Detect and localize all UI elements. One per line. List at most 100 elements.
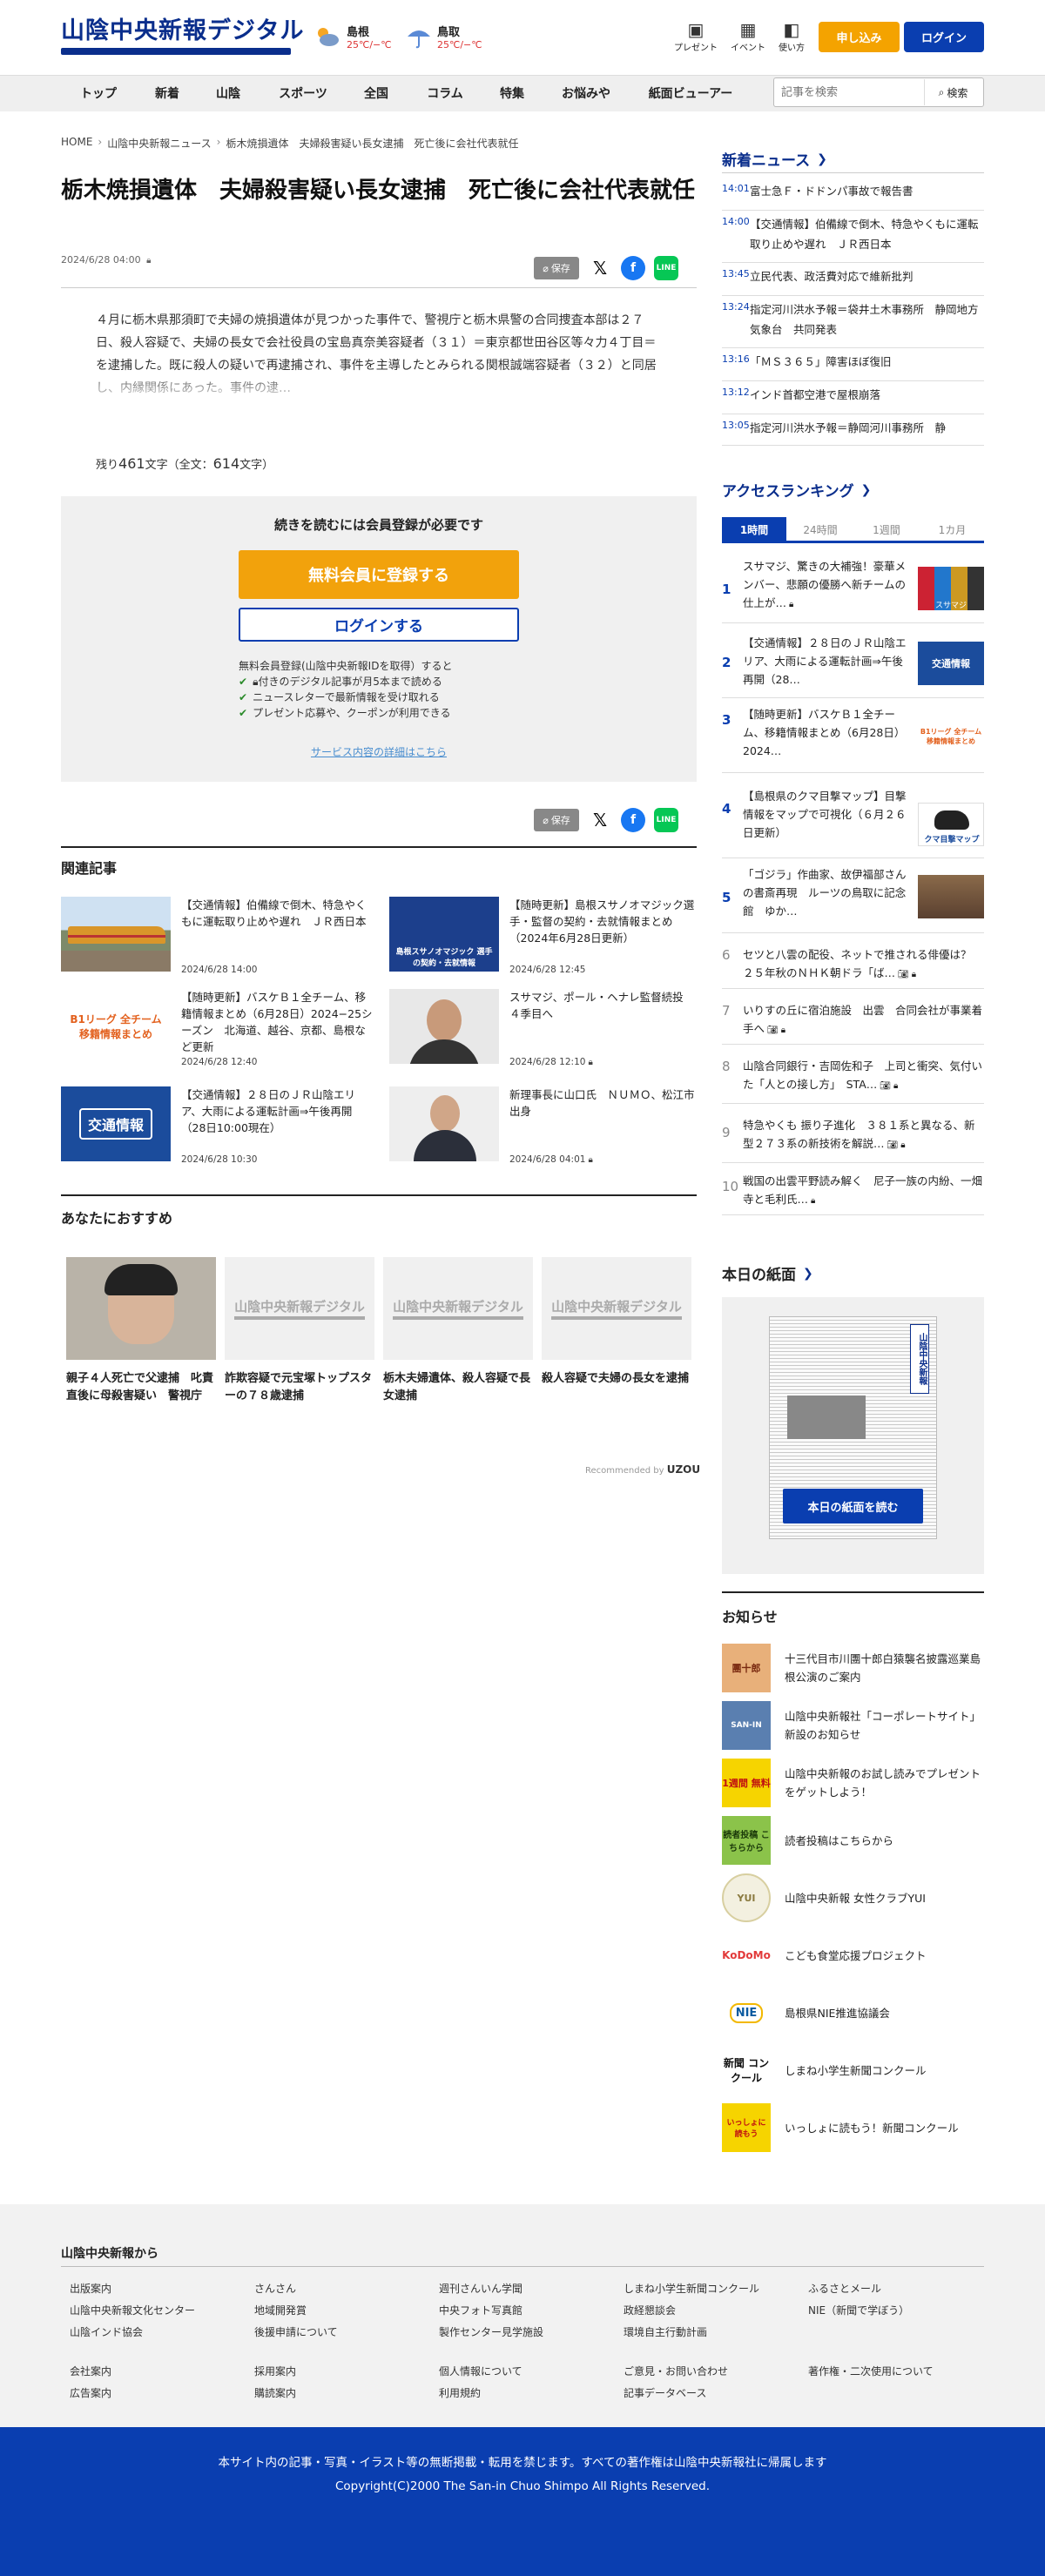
howto-link[interactable]: ◧ 使い方 xyxy=(770,19,813,53)
footer-link[interactable]: 記事データベース xyxy=(624,2385,706,2400)
search-button[interactable]: ⌕ 検索 xyxy=(924,79,981,105)
footer-link[interactable]: 出版案内 xyxy=(70,2281,111,2296)
nav-special[interactable]: 特集 xyxy=(493,76,531,112)
facebook-share-icon[interactable]: f xyxy=(621,808,645,832)
nav-viewer[interactable]: 紙面ビューアー xyxy=(643,76,738,112)
footer-link[interactable]: しまね小学生新聞コンクール xyxy=(624,2281,759,2296)
recommend-item[interactable]: 山陰中央新報デジタル 殺人容疑で夫婦の長女を逮捕 xyxy=(542,1257,691,1388)
tab-1week[interactable]: 1週間 xyxy=(854,517,919,543)
line-share-icon[interactable]: LINE xyxy=(654,808,678,832)
nav-new[interactable]: 新着 xyxy=(148,76,186,112)
weather-tottori[interactable]: 鳥取 25℃/−℃ xyxy=(406,23,482,50)
nav-advice[interactable]: お悩みや xyxy=(554,76,618,112)
site-logo[interactable]: 山陰中央新報デジタル xyxy=(61,17,303,57)
ranking-item[interactable]: 9 特急やくも 振り子進化 ３８１系と異なる、新型２７３系の新技術を解説… 📷︎ 🔒… xyxy=(722,1107,984,1163)
facebook-share-icon[interactable]: f xyxy=(621,256,645,280)
footer-link[interactable]: 採用案内 xyxy=(254,2364,296,2378)
info-item[interactable]: YUI 山陰中央新報 女性クラブYUI xyxy=(722,1873,984,1926)
info-item[interactable]: 読者投稿 こちらから 読者投稿はこちらから xyxy=(722,1816,984,1868)
nav-sanin[interactable]: 山陰 xyxy=(209,76,247,112)
footer-link[interactable]: ふるさとメール xyxy=(808,2281,881,2296)
save-button[interactable]: ⌀ 保存 xyxy=(534,809,579,831)
related-item[interactable]: B1リーグ 全チーム移籍情報まとめ 【随時更新】バスケＢ１全チーム、移籍情報まと… xyxy=(61,989,379,1076)
footer-link[interactable]: 政経懇談会 xyxy=(624,2303,676,2317)
news-item[interactable]: 13:24 指定河川洪水予報＝袋井土木事務所 静岡地方気象台 共同発表 xyxy=(722,299,984,348)
line-share-icon[interactable]: LINE xyxy=(654,256,678,280)
breadcrumb-home[interactable]: HOME xyxy=(61,136,92,151)
login-button[interactable]: ログイン xyxy=(904,22,984,52)
footer-link[interactable]: 山陰インド協会 xyxy=(70,2324,143,2339)
recommend-powered-by[interactable]: Recommended by UZOU xyxy=(585,1463,700,1476)
nav-column[interactable]: コラム xyxy=(419,76,471,112)
related-item[interactable]: 交通情報 【交通情報】２８日のＪＲ山陰エリア、大雨による運転計画⇒午後再開（28… xyxy=(61,1086,379,1174)
tab-24hours[interactable]: 24時間 xyxy=(788,517,853,543)
footer-link[interactable]: 利用規約 xyxy=(439,2385,481,2400)
breadcrumb-news[interactable]: 山陰中央新報ニュース xyxy=(107,136,211,151)
nav-sports[interactable]: スポーツ xyxy=(273,76,334,112)
info-item[interactable]: KoDoMo こども食堂応援プロジェクト xyxy=(722,1931,984,1983)
footer-link[interactable]: 中央フォト写真館 xyxy=(439,2303,522,2317)
present-link[interactable]: ▣ プレゼント xyxy=(674,19,718,53)
ranking-item[interactable]: 7 いりすの丘に宿泊施設 出雲 合同会社が事業着手へ 📷︎ 🔒︎ xyxy=(722,992,984,1045)
event-link[interactable]: ▦ イベント xyxy=(726,19,770,53)
related-item[interactable]: 島根スサノオマジック 選手の契約・去就情報 【随時更新】島根スサノオマジック選手… xyxy=(389,897,707,984)
service-details-link[interactable]: サービス内容の詳細はこちら xyxy=(61,744,697,759)
info-item[interactable]: 1週間 無料 山陰中央新報のお試し読みでプレゼントをゲットしよう！ xyxy=(722,1759,984,1811)
recommend-item[interactable]: 親子４人死亡で父逮捕 叱責直後に母殺害疑い 警視庁 xyxy=(66,1257,216,1405)
paywall-login-button[interactable]: ログインする xyxy=(239,608,519,642)
related-item[interactable]: 【交通情報】伯備線で倒木、特急やくもに運転取り止めや遅れ ＪＲ西日本 2024/… xyxy=(61,897,379,984)
footer-link[interactable]: 週刊さんいん学聞 xyxy=(439,2281,522,2296)
news-item[interactable]: 13:12 インド首都空港で屋根崩落 xyxy=(722,385,984,414)
ranking-item[interactable]: 2 【交通情報】２８日のＪＲ山陰エリア、大雨による運転計画⇒午後再開（28… 交… xyxy=(722,627,984,698)
footer-link[interactable]: 会社案内 xyxy=(70,2364,111,2378)
footer-link[interactable]: 製作センター見学施設 xyxy=(439,2324,543,2339)
footer-link[interactable]: 個人情報について xyxy=(439,2364,522,2378)
footer-link[interactable]: さんさん xyxy=(254,2281,296,2296)
read-todays-paper-button[interactable]: 本日の紙面を読む xyxy=(783,1489,923,1523)
ranking-item[interactable]: 8 山陰合同銀行・吉岡佐和子 上司と衝突、気付いた「人との接し方」 STA… 📷︎… xyxy=(722,1048,984,1104)
footer-link[interactable]: 山陰中央新報文化センター xyxy=(70,2303,195,2317)
news-item[interactable]: 13:45 立民代表、政活費対応で維新批判 xyxy=(722,266,984,296)
register-free-button[interactable]: 無料会員に登録する xyxy=(239,550,519,599)
search-input[interactable] xyxy=(781,84,920,101)
nav-top[interactable]: トップ xyxy=(77,76,120,112)
news-item[interactable]: 14:00 【交通情報】伯備線で倒木、特急やくもに運転取り止めや遅れ ＪＲ西日本 xyxy=(722,214,984,263)
ranking-item[interactable]: 5 「ゴジラ」作曲家、故伊福部さんの書斎再現 ルーツの鳥取に記念館 ゆか… xyxy=(722,862,984,933)
footer-link[interactable]: 購読案内 xyxy=(254,2385,296,2400)
footer-link[interactable]: 広告案内 xyxy=(70,2385,111,2400)
info-item[interactable]: 新聞 コンクール しまね小学生新聞コンクール xyxy=(722,2046,984,2098)
footer-link[interactable]: 環境自主行動計画 xyxy=(624,2324,707,2339)
weather-shimane[interactable]: 島根 25℃/−℃ xyxy=(314,23,392,50)
tab-1month[interactable]: 1カ月 xyxy=(920,517,984,543)
ranking-item[interactable]: 3 【随時更新】バスケＢ１全チーム、移籍情報まとめ（6月28日） 2024… B… xyxy=(722,702,984,773)
ranking-item[interactable]: 1 スサマジ、驚きの大補強！豪華メンバー、悲願の優勝へ新チームの仕上が… 🔒︎ ス… xyxy=(722,554,984,623)
latest-news-heading[interactable]: 新着ニュース ❯ xyxy=(722,148,827,171)
info-item[interactable]: 團十郎 十三代目市川團十郎白猿襲名披露巡業島根公演のご案内 xyxy=(722,1644,984,1696)
todays-paper-heading[interactable]: 本日の紙面 ❯ xyxy=(722,1262,813,1285)
recommend-item[interactable]: 山陰中央新報デジタル 栃木夫婦遺体、殺人容疑で長女逮捕 xyxy=(383,1257,533,1405)
todays-paper[interactable]: 山陰中央新報 本日の紙面を読む xyxy=(722,1297,984,1574)
recommend-item[interactable]: 山陰中央新報デジタル 詐欺容疑で元宝塚トップスターの７８歳逮捕 xyxy=(225,1257,374,1405)
save-button[interactable]: ⌀ 保存 xyxy=(534,257,579,279)
ranking-item[interactable]: 6 セツと八雲の配役、ネットで推される俳優は？ ２５年秋のＮＨＫ朝ドラ「ば… 📷︎… xyxy=(722,937,984,989)
ranking-item[interactable]: 10 戦国の出雲平野読み解く 尼子一族の内紛、一畑寺と毛利氏… 🔒︎ xyxy=(722,1167,984,1215)
related-item[interactable]: スサマジ、ポール・ヘナレ監督続投 ４季目へ 2024/6/28 12:10 🔒︎ xyxy=(389,989,707,1076)
footer-link[interactable]: ご意見・お問い合わせ xyxy=(624,2364,728,2378)
footer-link[interactable]: NIE（新聞で学ぼう） xyxy=(808,2303,909,2317)
footer-link[interactable]: 地域開発賞 xyxy=(254,2303,307,2317)
nav-national[interactable]: 全国 xyxy=(357,76,395,112)
ranking-heading[interactable]: アクセスランキング ❯ xyxy=(722,479,871,501)
info-item[interactable]: SAN-IN 山陰中央新報社「コーポレートサイト」新設のお知らせ xyxy=(722,1701,984,1753)
news-item[interactable]: 14:01 富士急Ｆ・ドドンパ事故で報告書 xyxy=(722,181,984,211)
news-item[interactable]: 13:16 「ＭＳ３６５」障害ほぼ復旧 xyxy=(722,352,984,381)
footer-link[interactable]: 著作権・二次使用について xyxy=(808,2364,934,2378)
footer-link[interactable]: 後援申請について xyxy=(254,2324,338,2339)
related-item[interactable]: 新理事長に山口氏 ＮＵＭＯ、松江市出身 2024/6/28 04:01 🔒︎ xyxy=(389,1086,707,1174)
x-share-icon[interactable]: 𝕏 xyxy=(588,808,612,832)
ranking-item[interactable]: 4 【島根県のクマ目撃マップ】目撃情報をマップで可視化（６月２６日更新） クマ目… xyxy=(722,777,984,858)
info-item[interactable]: いっしょに 読もう いっしょに読もう！新聞コンクール xyxy=(722,2103,984,2156)
subscribe-button[interactable]: 申し込み xyxy=(819,22,900,52)
tab-1hour[interactable]: 1時間 xyxy=(722,517,786,543)
news-item[interactable]: 13:05 指定河川洪水予報＝静岡河川事務所 静 xyxy=(722,418,984,446)
info-item[interactable]: NIE 島根県NIE推進協議会 xyxy=(722,1988,984,2041)
